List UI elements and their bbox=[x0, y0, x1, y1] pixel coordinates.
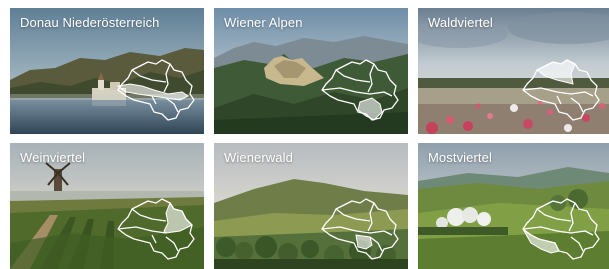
region-tile-donau[interactable]: Donau Niederösterreich bbox=[10, 8, 204, 134]
lower-austria-map-icon bbox=[117, 198, 195, 260]
lower-austria-map-icon bbox=[522, 59, 600, 121]
region-tile-waldviertel[interactable]: Waldviertel bbox=[418, 8, 609, 134]
tile-title: Weinviertel bbox=[20, 150, 86, 165]
tile-title: Waldviertel bbox=[428, 15, 493, 30]
tile-title: Donau Niederösterreich bbox=[20, 15, 160, 30]
tile-title: Mostviertel bbox=[428, 150, 492, 165]
region-tile-mostviertel[interactable]: Mostviertel bbox=[418, 143, 609, 269]
lower-austria-map-icon bbox=[522, 198, 600, 260]
region-grid: Donau Niederösterreich Wiener Alpen Wald… bbox=[0, 0, 609, 269]
tile-title: Wienerwald bbox=[224, 150, 293, 165]
region-tile-wiener-alpen[interactable]: Wiener Alpen bbox=[214, 8, 408, 134]
region-tile-weinviertel[interactable]: Weinviertel bbox=[10, 143, 204, 269]
region-tile-wienerwald[interactable]: Wienerwald bbox=[214, 143, 408, 269]
lower-austria-map-icon bbox=[321, 59, 399, 121]
lower-austria-map-icon bbox=[116, 59, 195, 121]
lower-austria-map-icon bbox=[321, 198, 399, 260]
tile-title: Wiener Alpen bbox=[224, 15, 303, 30]
